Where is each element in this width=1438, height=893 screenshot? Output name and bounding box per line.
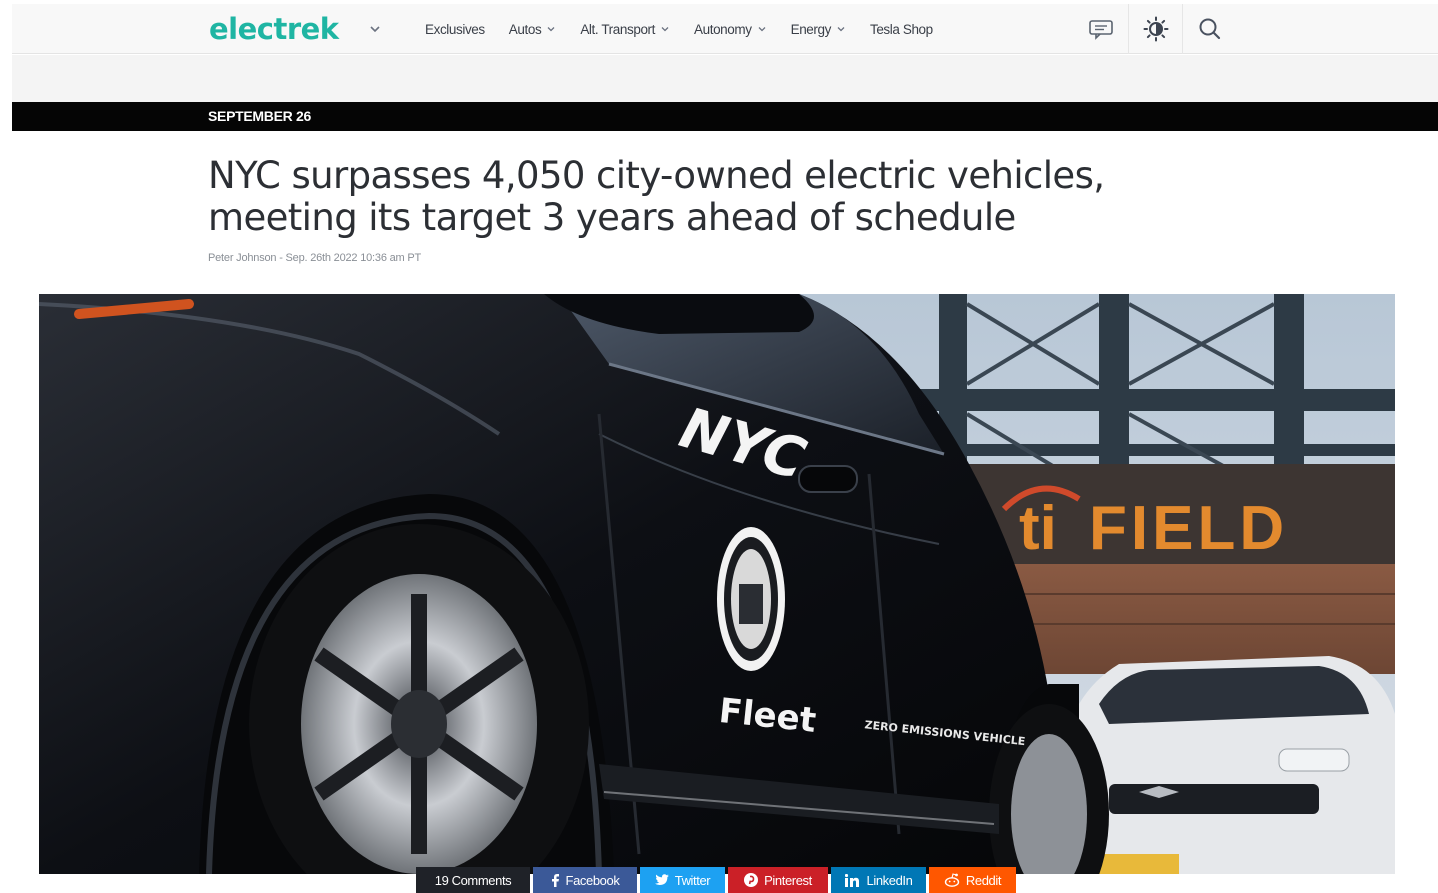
- share-label: Reddit: [965, 872, 1002, 888]
- reddit-icon: [944, 873, 960, 887]
- site-logo[interactable]: electrek: [209, 12, 339, 46]
- comments-button[interactable]: [1074, 4, 1128, 54]
- twitter-icon: [654, 874, 669, 886]
- nav-item-label: Exclusives: [425, 21, 485, 37]
- nyc-seal: [717, 527, 785, 671]
- search-icon: [1199, 18, 1220, 40]
- chevron-down-icon: [758, 27, 766, 32]
- nav-item-label: Autonomy: [694, 21, 752, 37]
- nav-item-alt-transport[interactable]: Alt. Transport: [580, 22, 670, 37]
- stadium-sign-left: ti: [1019, 494, 1057, 563]
- header-tools: [1074, 4, 1236, 54]
- comments-count-label: 19 Comments: [434, 872, 512, 888]
- stadium-sign-right: FIELD: [1089, 494, 1288, 563]
- share-reddit-button[interactable]: Reddit: [929, 867, 1016, 893]
- white-car: [1059, 656, 1395, 874]
- comments-icon: [1089, 20, 1113, 40]
- chevron-down-icon: [547, 27, 555, 32]
- share-label: Pinterest: [764, 872, 812, 888]
- share-twitter-button[interactable]: Twitter: [640, 867, 725, 893]
- site-header: electrek Exclusives Autos Alt. Transport…: [12, 4, 1438, 54]
- sites-menu-chevron-down-icon[interactable]: [367, 21, 383, 37]
- main-nav: Exclusives Autos Alt. Transport Autonomy…: [425, 4, 957, 54]
- brightness-icon: [1143, 16, 1168, 42]
- hero-image: ti FIELD NYC Fleet ZERO EMISSIONS VEHICL…: [39, 294, 1395, 874]
- nav-item-autos[interactable]: Autos: [509, 22, 557, 37]
- date-label: SEPTEMBER 26: [208, 108, 311, 124]
- comments-count-button[interactable]: 19 Comments: [416, 867, 530, 893]
- chevron-down-icon: [837, 27, 845, 32]
- search-button[interactable]: [1182, 4, 1236, 54]
- nav-item-energy[interactable]: Energy: [791, 22, 846, 37]
- share-label: LinkedIn: [866, 872, 913, 888]
- share-bar: 19 Comments Facebook Twitter Pinterest L…: [416, 867, 1019, 893]
- chevron-down-icon: [661, 27, 669, 32]
- author-link[interactable]: Peter Johnson: [208, 252, 277, 264]
- article-title: NYC surpasses 4,050 city-owned electric …: [208, 154, 1105, 239]
- share-label: Facebook: [565, 872, 620, 888]
- byline-separator: -: [276, 252, 286, 264]
- nav-item-label: Autos: [508, 21, 542, 37]
- nav-item-label: Tesla Shop: [869, 21, 933, 37]
- nav-item-label: Energy: [790, 21, 832, 37]
- pinterest-icon: [744, 873, 759, 887]
- share-facebook-button[interactable]: Facebook: [533, 867, 637, 893]
- nav-item-autonomy[interactable]: Autonomy: [694, 22, 767, 37]
- theme-toggle-button[interactable]: [1128, 4, 1182, 54]
- nav-item-label: Alt. Transport: [580, 21, 655, 37]
- nav-item-tesla-shop[interactable]: Tesla Shop: [870, 22, 933, 37]
- linkedin-icon: [844, 873, 861, 887]
- date-bar: SEPTEMBER 26: [12, 102, 1438, 131]
- ad-placeholder-bar: [12, 55, 1438, 102]
- share-linkedin-button[interactable]: LinkedIn: [831, 867, 926, 893]
- byline: Peter Johnson - Sep. 26th 2022 10:36 am …: [208, 252, 421, 264]
- nav-item-exclusives[interactable]: Exclusives: [425, 22, 485, 37]
- share-label: Twitter: [674, 872, 711, 888]
- facebook-icon: [551, 873, 560, 887]
- share-pinterest-button[interactable]: Pinterest: [728, 867, 828, 893]
- publish-date: Sep. 26th 2022 10:36 am PT: [285, 252, 422, 264]
